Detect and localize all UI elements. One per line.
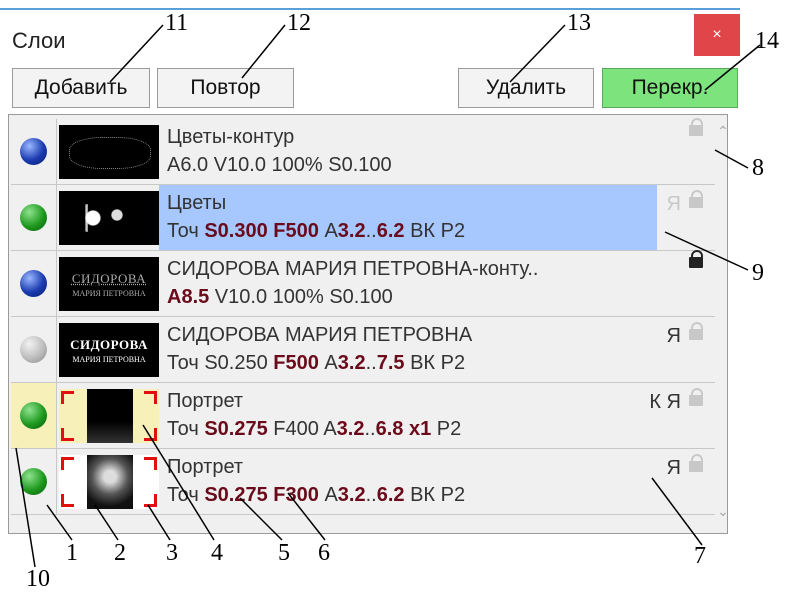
callout-2: 2 — [114, 540, 126, 566]
callout-5: 5 — [278, 540, 290, 566]
callout-10: 10 — [26, 566, 50, 592]
callout-14: 14 — [755, 28, 779, 54]
callout-11: 11 — [165, 10, 189, 36]
callout-12: 12 — [287, 10, 311, 36]
callout-8: 8 — [752, 155, 764, 181]
callout-3: 3 — [166, 540, 178, 566]
callout-13: 13 — [567, 10, 591, 36]
callout-4: 4 — [211, 540, 223, 566]
callout-7: 7 — [694, 543, 706, 569]
callout-1: 1 — [66, 540, 78, 566]
callout-9: 9 — [752, 260, 764, 286]
callout-lines — [15, 24, 761, 568]
callout-6: 6 — [318, 540, 330, 566]
